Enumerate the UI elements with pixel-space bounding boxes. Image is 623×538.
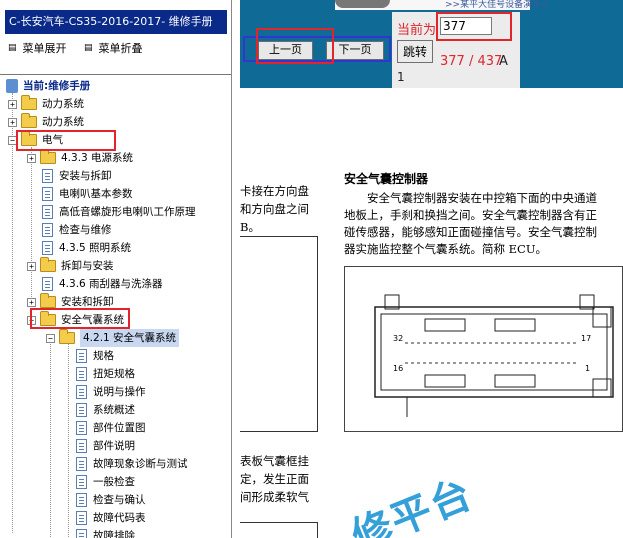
highlight-electrical — [16, 130, 116, 151]
tree-item-remove-install[interactable]: + 拆卸与安装 — [27, 257, 114, 275]
banner-strip: >>某平大佳号设备演示< — [335, 0, 549, 10]
book-icon — [6, 79, 18, 93]
tree-item-install-remove[interactable]: 安装与拆卸 — [42, 167, 112, 185]
left-figure-frame — [240, 236, 318, 432]
expand-plus-icon[interactable]: + — [8, 117, 17, 127]
pin-label-17: 17 — [581, 334, 591, 343]
expand-plus-icon[interactable]: + — [8, 99, 17, 109]
tree-item-airbag-421[interactable]: −4.2.1 安全气囊系统 — [46, 329, 180, 347]
document-icon — [76, 511, 87, 525]
connector-diagram: 32 17 16 1 — [374, 294, 614, 417]
document-icon — [76, 349, 87, 363]
highlight-prev-page — [256, 28, 334, 64]
page-suffix: A — [499, 54, 508, 69]
current-page-label: 当前为 — [397, 23, 437, 38]
tree-item-component-desc[interactable]: 部件说明 — [76, 437, 135, 455]
document-page: 卡接在方向盘 和方向盘之间 B。 表板气囊框挂 定，发生正面 间形成柔软气 安全… — [240, 88, 623, 538]
document-icon — [42, 223, 53, 237]
folder-icon — [40, 257, 56, 272]
tree-item-troubleshoot[interactable]: 故障排除 — [76, 527, 135, 538]
pin-label-32: 32 — [393, 334, 403, 343]
highlight-page-input — [436, 12, 512, 41]
tree-item-wiper[interactable]: 4.3.6 雨刮器与洗涤器 — [42, 275, 163, 293]
zoom-indicator: 1 — [397, 70, 405, 84]
document-icon — [76, 403, 87, 417]
document-icon — [42, 241, 53, 255]
pin-label-1: 1 — [585, 364, 590, 373]
banner-logo — [335, 0, 390, 8]
document-icon — [76, 457, 87, 471]
expand-plus-icon[interactable]: + — [27, 153, 36, 163]
left-text-fragment: 卡接在方向盘 和方向盘之间 B。 — [240, 184, 309, 234]
watermark: 修平台 — [345, 470, 480, 538]
pin-label-16: 16 — [393, 364, 403, 373]
tree-item-description[interactable]: 说明与操作 — [76, 383, 146, 401]
document-icon — [76, 493, 87, 507]
navigation-pane: C-长安汽车-CS35-2016-2017- 维修手册 ▤ 菜单展开 ▤ 菜单折… — [0, 0, 232, 538]
folder-icon — [40, 293, 56, 308]
folder-open-icon — [59, 329, 75, 344]
left-text-fragment-2: 表板气囊框挂 定，发生正面 间形成柔软气 — [240, 454, 309, 504]
viewer-toolbar: >>某平大佳号设备演示< 上一页 下一页 当前为 跳转 377 / 437 A … — [240, 0, 623, 88]
tree-item-system-overview[interactable]: 系统概述 — [76, 401, 135, 419]
ecu-connector-figure: 32 17 16 1 — [344, 266, 623, 432]
tree-item-component-location[interactable]: 部件位置图 — [76, 419, 146, 437]
document-icon — [42, 169, 53, 183]
tree-item-dtc-table[interactable]: 故障代码表 — [76, 509, 146, 527]
tree-item-check-repair[interactable]: 检查与维修 — [42, 221, 112, 239]
highlight-airbag-system — [30, 308, 130, 329]
folder-icon — [40, 149, 56, 164]
document-icon — [42, 187, 53, 201]
page-count: 377 / 437 — [440, 54, 503, 69]
toc-current-root[interactable]: 当前:维修手册 — [6, 77, 90, 95]
tree-item-power-supply[interactable]: +4.3.3 电源系统 — [27, 149, 133, 167]
tree-item-lighting[interactable]: 4.3.5 照明系统 — [42, 239, 131, 257]
menu-list-icon: ▤ — [8, 43, 17, 53]
tree-item-power-2[interactable]: + 动力系统 — [8, 113, 84, 131]
tree-item-torque-spec[interactable]: 扭矩规格 — [76, 365, 135, 383]
expand-plus-icon[interactable]: + — [27, 297, 36, 307]
tree-item-horn-principle[interactable]: 高低音螺旋形电喇叭工作原理 — [42, 203, 196, 221]
folder-icon — [21, 113, 37, 128]
collapse-all-button[interactable]: ▤ 菜单折叠 — [84, 40, 143, 56]
tree-item-spec[interactable]: 规格 — [76, 347, 114, 365]
document-icon — [76, 421, 87, 435]
collapse-minus-icon[interactable]: − — [46, 333, 55, 343]
document-icon — [76, 367, 87, 381]
document-icon — [42, 205, 53, 219]
menu-list-icon: ▤ — [84, 43, 93, 53]
left-figure-frame-2 — [240, 522, 318, 538]
jump-button[interactable]: 跳转 — [397, 40, 433, 63]
document-icon — [76, 475, 87, 489]
document-icon — [76, 385, 87, 399]
tree-item-horn-params[interactable]: 电喇叭基本参数 — [42, 185, 133, 203]
tree-item-general-check[interactable]: 一般检查 — [76, 473, 135, 491]
tree-item-power-1[interactable]: + 动力系统 — [8, 95, 84, 113]
document-icon — [76, 439, 87, 453]
viewer-pane: >>某平大佳号设备演示< 上一页 下一页 当前为 跳转 377 / 437 A … — [240, 0, 623, 538]
tree-item-check-confirm[interactable]: 检查与确认 — [76, 491, 146, 509]
expand-plus-icon[interactable]: + — [27, 261, 36, 271]
next-page-button[interactable]: 下一页 — [326, 41, 384, 60]
document-icon — [42, 277, 53, 291]
document-icon — [76, 529, 87, 538]
tree-item-fault-diagnosis[interactable]: 故障现象诊断与测试 — [76, 455, 188, 473]
folder-icon — [21, 95, 37, 110]
section-paragraph: 安全气囊控制器安装在中控箱下面的中央通道 地板上，手刹和换挡之间。安全气囊控制器… — [344, 191, 597, 256]
manual-title: C-长安汽车-CS35-2016-2017- 维修手册 — [5, 10, 227, 34]
section-heading: 安全气囊控制器 — [344, 172, 429, 186]
expand-all-button[interactable]: ▤ 菜单展开 — [8, 40, 67, 56]
